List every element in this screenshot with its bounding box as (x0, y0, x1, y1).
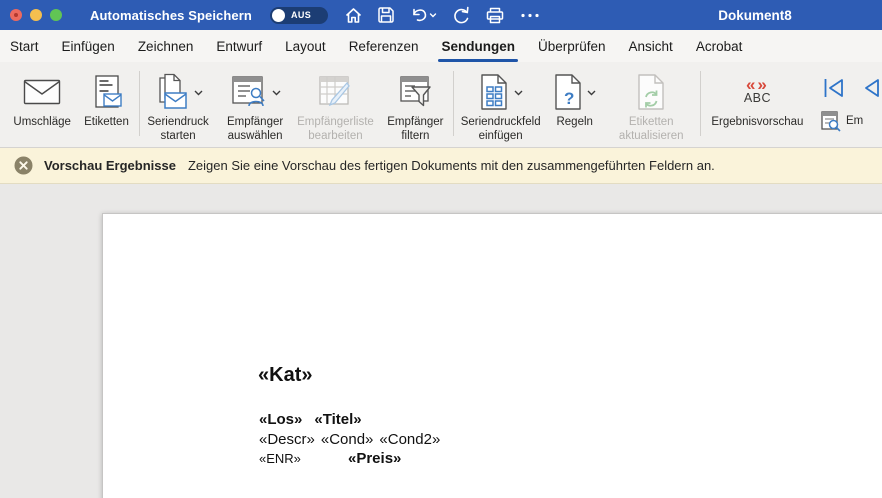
chevron-down-icon (587, 90, 596, 96)
merge-field-enr[interactable]: «ENR» (259, 449, 348, 469)
minimize-button[interactable] (30, 9, 42, 21)
document-title: Dokument8 (690, 0, 820, 30)
tab-sendungen[interactable]: Sendungen (441, 30, 515, 62)
etiketten-label: Etiketten (84, 115, 129, 129)
seriendruck-starten-label: Seriendruck starten (147, 115, 208, 143)
document-area[interactable]: «Kat» «Los»«Titel» «Descr»«Cond»«Cond2» … (0, 184, 882, 498)
merge-field-los[interactable]: «Los» (259, 411, 302, 428)
merge-field-cond2[interactable]: «Cond2» (379, 431, 440, 448)
ergebnisvorschau-label: Ergebnisvorschau (711, 115, 803, 129)
dismiss-icon[interactable] (14, 156, 33, 175)
document-page[interactable]: «Kat» «Los»«Titel» «Descr»«Cond»«Cond2» … (102, 213, 882, 498)
ribbon-tabbar: Start Einfügen Zeichnen Entwurf Layout R… (0, 30, 882, 62)
umschlaege-label: Umschläge (13, 115, 71, 129)
tab-einfuegen[interactable]: Einfügen (62, 30, 115, 62)
regeln-button[interactable]: ? Regeln (547, 62, 603, 147)
chevron-down-icon (514, 90, 523, 96)
save-icon[interactable] (377, 6, 395, 24)
undo-icon[interactable] (409, 6, 437, 25)
record-navigation: Em (820, 62, 882, 147)
regeln-label: Regeln (556, 115, 592, 129)
find-recipient-icon (820, 110, 842, 132)
tab-zeichnen[interactable]: Zeichnen (138, 30, 194, 62)
umschlaege-button[interactable]: Umschläge (10, 62, 74, 147)
rules-icon: ? (553, 73, 583, 111)
autosave-state: AUS (291, 10, 311, 20)
infobar-title: Vorschau Ergebnisse (44, 158, 176, 173)
autosave-label: Automatisches Speichern (90, 8, 252, 23)
close-button[interactable] (10, 9, 22, 21)
update-labels-icon (636, 73, 666, 111)
toggle-knob (272, 9, 285, 22)
more-icon[interactable] (519, 6, 541, 25)
merge-field-preis[interactable]: «Preis» (348, 450, 401, 467)
empfaengerliste-bearbeiten-button: Empfängerliste bearbeiten (294, 62, 378, 147)
labels-icon (88, 74, 124, 110)
ergebnisvorschau-button[interactable]: «» ABC Ergebnisvorschau (701, 62, 814, 147)
titlebar: Automatisches Speichern AUS Dokument8 (0, 0, 882, 30)
tab-entwurf[interactable]: Entwurf (216, 30, 262, 62)
empfaenger-filtern-button[interactable]: Empfänger filtern (377, 62, 453, 147)
empfaenger-auswaehlen-label: Empfänger auswählen (227, 115, 283, 143)
insert-merge-field-icon (478, 73, 510, 111)
autosave-toggle[interactable]: AUS (270, 7, 328, 24)
merge-line-2: «Descr» «Cond» «Cond2» (259, 430, 440, 450)
home-icon[interactable] (344, 6, 363, 25)
word-window: { "titlebar": { "autosave_label": "Autom… (0, 0, 882, 498)
preview-info-bar: Vorschau Ergebnisse Zeigen Sie eine Vors… (0, 148, 882, 184)
filter-recipients-icon (397, 74, 433, 110)
tab-referenzen[interactable]: Referenzen (349, 30, 419, 62)
tab-layout[interactable]: Layout (285, 30, 326, 62)
empfaenger-auswaehlen-button[interactable]: Empfänger auswählen (217, 62, 294, 147)
redo-icon[interactable] (451, 6, 471, 25)
tab-ansicht[interactable]: Ansicht (629, 30, 673, 62)
svg-text:?: ? (564, 89, 574, 108)
empfaengerliste-bearbeiten-label: Empfängerliste bearbeiten (297, 115, 374, 143)
merge-line-1: «Los» «Titel» (259, 410, 440, 430)
envelope-icon (23, 79, 61, 105)
tab-acrobat[interactable]: Acrobat (696, 30, 743, 62)
seriendruckfeld-einfuegen-label: Seriendruckfeld einfügen (461, 115, 541, 143)
ribbon-sendungen: Umschläge Etiketten Seriendruck starten (0, 62, 882, 148)
seriendruckfeld-einfuegen-button[interactable]: Seriendruckfeld einfügen (454, 62, 547, 147)
merge-field-titel[interactable]: «Titel» (314, 411, 361, 428)
merge-field-descr[interactable]: «Descr» (259, 431, 315, 448)
tab-start[interactable]: Start (10, 30, 39, 62)
empfaenger-suchen-label: Em (846, 115, 863, 127)
merge-field-kat[interactable]: «Kat» (258, 364, 312, 387)
first-record-icon[interactable] (822, 76, 846, 100)
traffic-lights (10, 9, 62, 21)
merge-field-cond[interactable]: «Cond» (321, 431, 374, 448)
tab-ueberpruefen[interactable]: Überprüfen (538, 30, 606, 62)
chevron-down-icon (272, 90, 281, 96)
empfaenger-filtern-label: Empfänger filtern (387, 115, 443, 143)
etiketten-aktualisieren-button: Etiketten aktualisieren (602, 62, 699, 147)
empfaenger-suchen-button[interactable]: Em (820, 110, 882, 132)
previous-record-icon[interactable] (858, 76, 882, 100)
chevron-down-icon (194, 90, 203, 96)
preview-results-icon: «» ABC (744, 78, 771, 105)
etiketten-aktualisieren-label: Etiketten aktualisieren (619, 115, 684, 143)
etiketten-button[interactable]: Etiketten (74, 62, 138, 147)
edit-recipient-list-icon (316, 74, 354, 110)
start-mail-merge-icon (154, 73, 190, 111)
zoom-button[interactable] (50, 9, 62, 21)
print-icon[interactable] (485, 6, 505, 25)
merge-line-3: «ENR»«Preis» (259, 449, 440, 469)
select-recipients-icon (230, 74, 268, 110)
infobar-message: Zeigen Sie eine Vorschau des fertigen Do… (188, 158, 715, 173)
merge-field-block: «Los»«Titel» «Descr»«Cond»«Cond2» «ENR»«… (259, 410, 440, 469)
seriendruck-starten-button[interactable]: Seriendruck starten (140, 62, 217, 147)
